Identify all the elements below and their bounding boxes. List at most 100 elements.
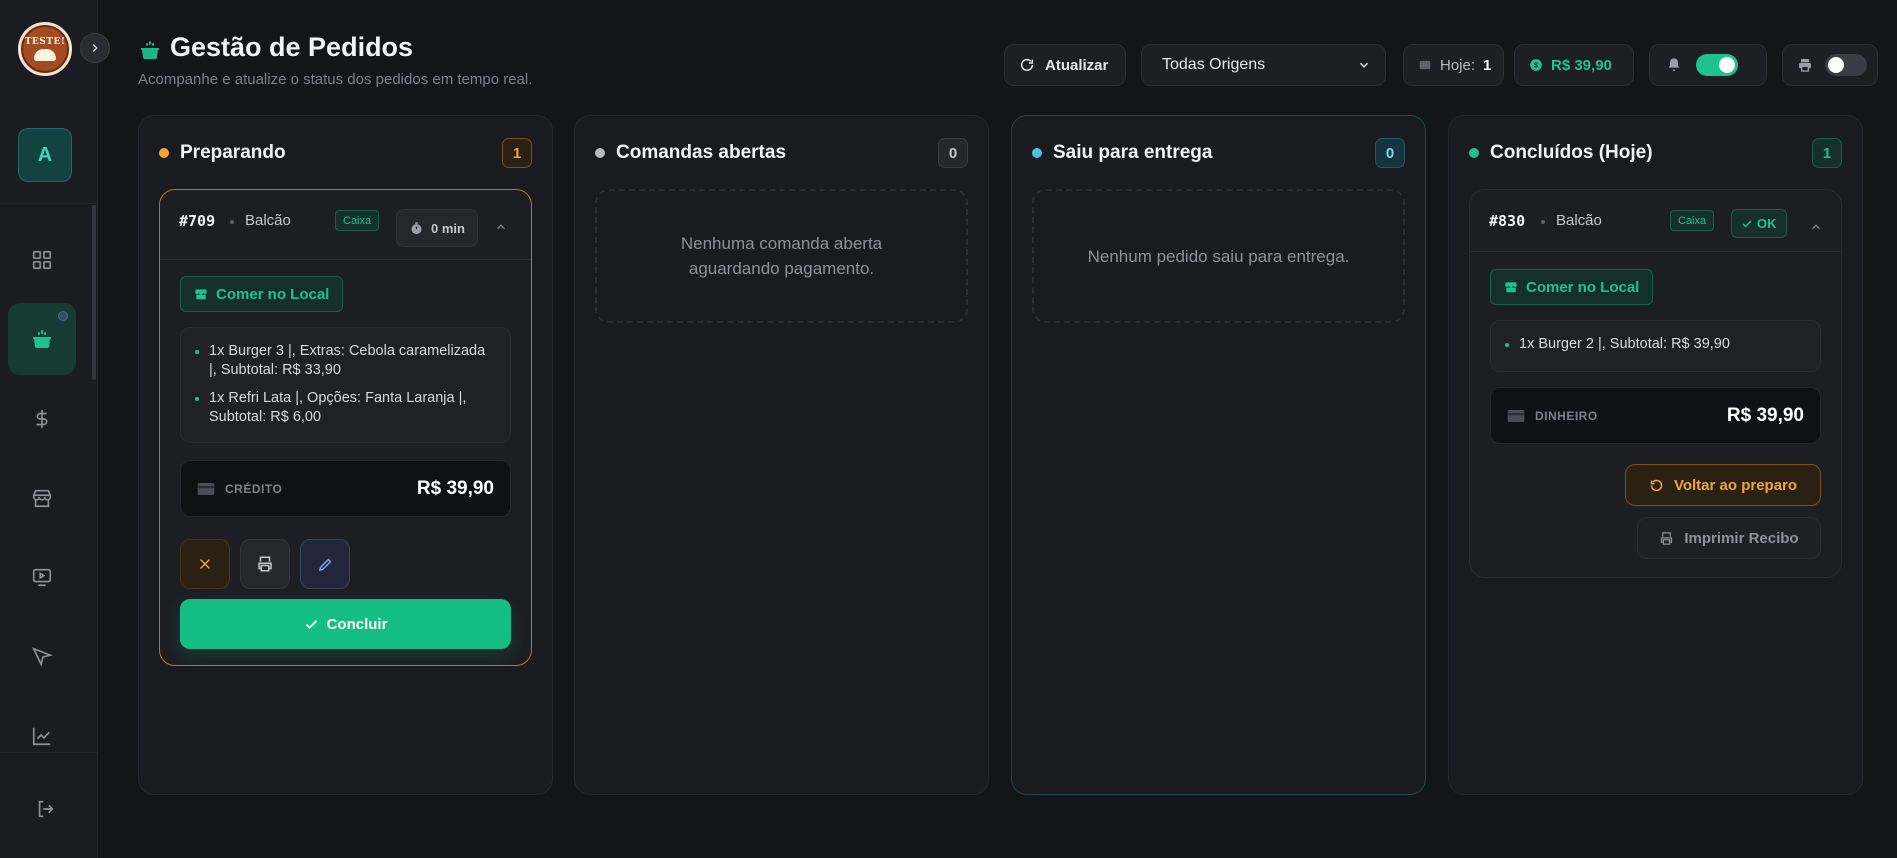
empty-state: Nenhum pedido saiu para entrega. <box>1032 189 1405 323</box>
sidebar-scrollbar[interactable] <box>92 205 96 380</box>
bullet <box>1505 343 1509 347</box>
sidebar-divider <box>0 752 98 753</box>
cursor-icon[interactable] <box>22 637 62 677</box>
logo-text: TESTE! <box>24 37 66 47</box>
column-count-badge: 1 <box>1812 138 1842 168</box>
order-total: R$ 39,90 <box>1726 404 1804 426</box>
cancel-order-button[interactable] <box>180 539 230 589</box>
origin-select[interactable]: Todas Origens <box>1141 44 1386 86</box>
item-text: 1x Burger 3 |, Extras: Cebola carameliza… <box>209 343 486 378</box>
edit-order-button[interactable] <box>300 539 350 589</box>
credit-card-icon <box>197 482 215 496</box>
sidebar-divider <box>0 203 98 204</box>
revert-to-preparing-button[interactable]: Voltar ao preparo <box>1625 464 1821 506</box>
store-icon <box>194 287 208 301</box>
bullet <box>195 350 199 354</box>
cooking-pot-icon <box>138 38 162 62</box>
separator-dot <box>230 220 234 224</box>
status-label: OK <box>1757 216 1777 231</box>
auto-print-toggle[interactable] <box>1825 54 1867 76</box>
item-text: 1x Refri Lata |, Opções: Fanta Laranja |… <box>209 390 467 425</box>
coin-icon: $ <box>1529 58 1543 72</box>
chevron-right-icon <box>88 41 102 55</box>
print-order-button[interactable] <box>240 539 290 589</box>
conclude-label: Concluir <box>326 615 388 633</box>
status-dot <box>159 148 169 158</box>
auto-print-toggle-box <box>1782 44 1878 86</box>
refresh-label: Atualizar <box>1045 56 1109 74</box>
column-header: Comandas abertas 0 <box>595 138 968 168</box>
check-icon <box>304 617 319 632</box>
receipt-icon <box>1418 58 1432 72</box>
status-dot <box>1469 148 1479 158</box>
separator-dot <box>1541 220 1545 224</box>
avatar[interactable]: A <box>18 128 72 182</box>
logo-bowl <box>34 49 56 61</box>
dine-in-label: Comer no Local <box>1526 278 1640 296</box>
store-icon <box>1504 280 1518 294</box>
order-card[interactable]: #709 Balcão Caixa 0 min Comer no Local 1… <box>159 189 532 666</box>
brand-logo[interactable]: TESTE! <box>18 22 72 76</box>
revert-label: Voltar ao preparo <box>1673 476 1798 494</box>
pencil-icon <box>317 556 334 573</box>
order-origin: Balcão <box>245 212 291 229</box>
today-count: 1 <box>1483 56 1492 74</box>
source-tag: Caixa <box>1670 210 1715 231</box>
tv-icon[interactable] <box>22 557 62 597</box>
item-text: 1x Burger 2 |, Subtotal: R$ 39,90 <box>1519 336 1730 352</box>
order-card-header: #830 Balcão Caixa OK <box>1470 190 1841 252</box>
column-open-tabs: Comandas abertas 0 Nenhuma comanda abert… <box>574 115 989 795</box>
store-icon[interactable] <box>22 478 62 518</box>
column-count-badge: 0 <box>1375 138 1405 168</box>
column-title: Preparando <box>180 142 286 163</box>
order-origin: Balcão <box>1556 212 1602 229</box>
dine-in-label: Comer no Local <box>216 285 330 303</box>
dine-in-tag: Comer no Local <box>180 276 344 312</box>
revenue-value: R$ 39,90 <box>1551 56 1612 74</box>
order-items-list: 1x Burger 3 |, Extras: Cebola carameliza… <box>180 327 511 443</box>
notification-dot <box>58 311 68 321</box>
chevron-up-icon[interactable] <box>1809 220 1823 234</box>
bullet <box>195 397 199 401</box>
expand-sidebar-button[interactable] <box>80 33 110 63</box>
column-count-badge: 1 <box>502 138 532 168</box>
column-header: Concluídos (Hoje) 1 <box>1469 138 1842 168</box>
column-header: Saiu para entrega 0 <box>1032 138 1405 168</box>
page-title: Gestão de Pedidos <box>170 32 414 62</box>
cooking-pot-icon <box>30 327 54 351</box>
status-dot <box>595 148 605 158</box>
svg-text:$: $ <box>1534 62 1538 69</box>
notifications-toggle[interactable] <box>1696 54 1738 76</box>
check-icon <box>1741 218 1753 230</box>
column-done: Concluídos (Hoje) 1 #830 Balcão Caixa OK… <box>1448 115 1863 795</box>
column-title: Comandas abertas <box>616 142 787 163</box>
list-item: 1x Refri Lata |, Opções: Fanta Laranja |… <box>195 389 494 427</box>
printer-icon <box>256 555 274 573</box>
order-card[interactable]: #830 Balcão Caixa OK Comer no Local 1x B… <box>1469 189 1842 578</box>
order-timer: 0 min <box>396 209 478 247</box>
conclude-button[interactable]: Concluir <box>180 599 511 649</box>
sidebar: TESTE! A <box>0 0 98 858</box>
print-receipt-button[interactable]: Imprimir Recibo <box>1637 517 1821 559</box>
notifications-toggle-box <box>1649 44 1767 86</box>
refresh-button[interactable]: Atualizar <box>1004 44 1126 86</box>
status-dot <box>1032 148 1042 158</box>
today-orders-counter: Hoje: 1 <box>1403 44 1504 86</box>
source-tag: Caixa <box>335 210 380 231</box>
column-delivery: Saiu para entrega 0 Nenhum pedido saiu p… <box>1011 115 1426 795</box>
order-card-header: #709 Balcão Caixa 0 min <box>160 190 531 260</box>
chevron-down-icon <box>1357 58 1371 72</box>
page-subtitle: Acompanhe e atualize o status dos pedido… <box>138 71 533 88</box>
grid-icon[interactable] <box>22 240 62 280</box>
payment-method: CRÉDITO <box>225 481 283 496</box>
empty-state: Nenhuma comanda aberta aguardando pagame… <box>595 189 968 323</box>
sidebar-item-orders[interactable] <box>8 303 76 375</box>
status-badge: OK <box>1731 209 1787 238</box>
payment-box: CRÉDITO R$ 39,90 <box>180 460 511 517</box>
today-label: Hoje: <box>1440 56 1476 74</box>
list-item: 1x Burger 2 |, Subtotal: R$ 39,90 <box>1505 335 1804 354</box>
logout-icon[interactable] <box>26 789 66 829</box>
dollar-icon[interactable] <box>22 399 62 439</box>
chart-icon[interactable] <box>22 716 62 756</box>
chevron-up-icon[interactable] <box>494 220 508 234</box>
